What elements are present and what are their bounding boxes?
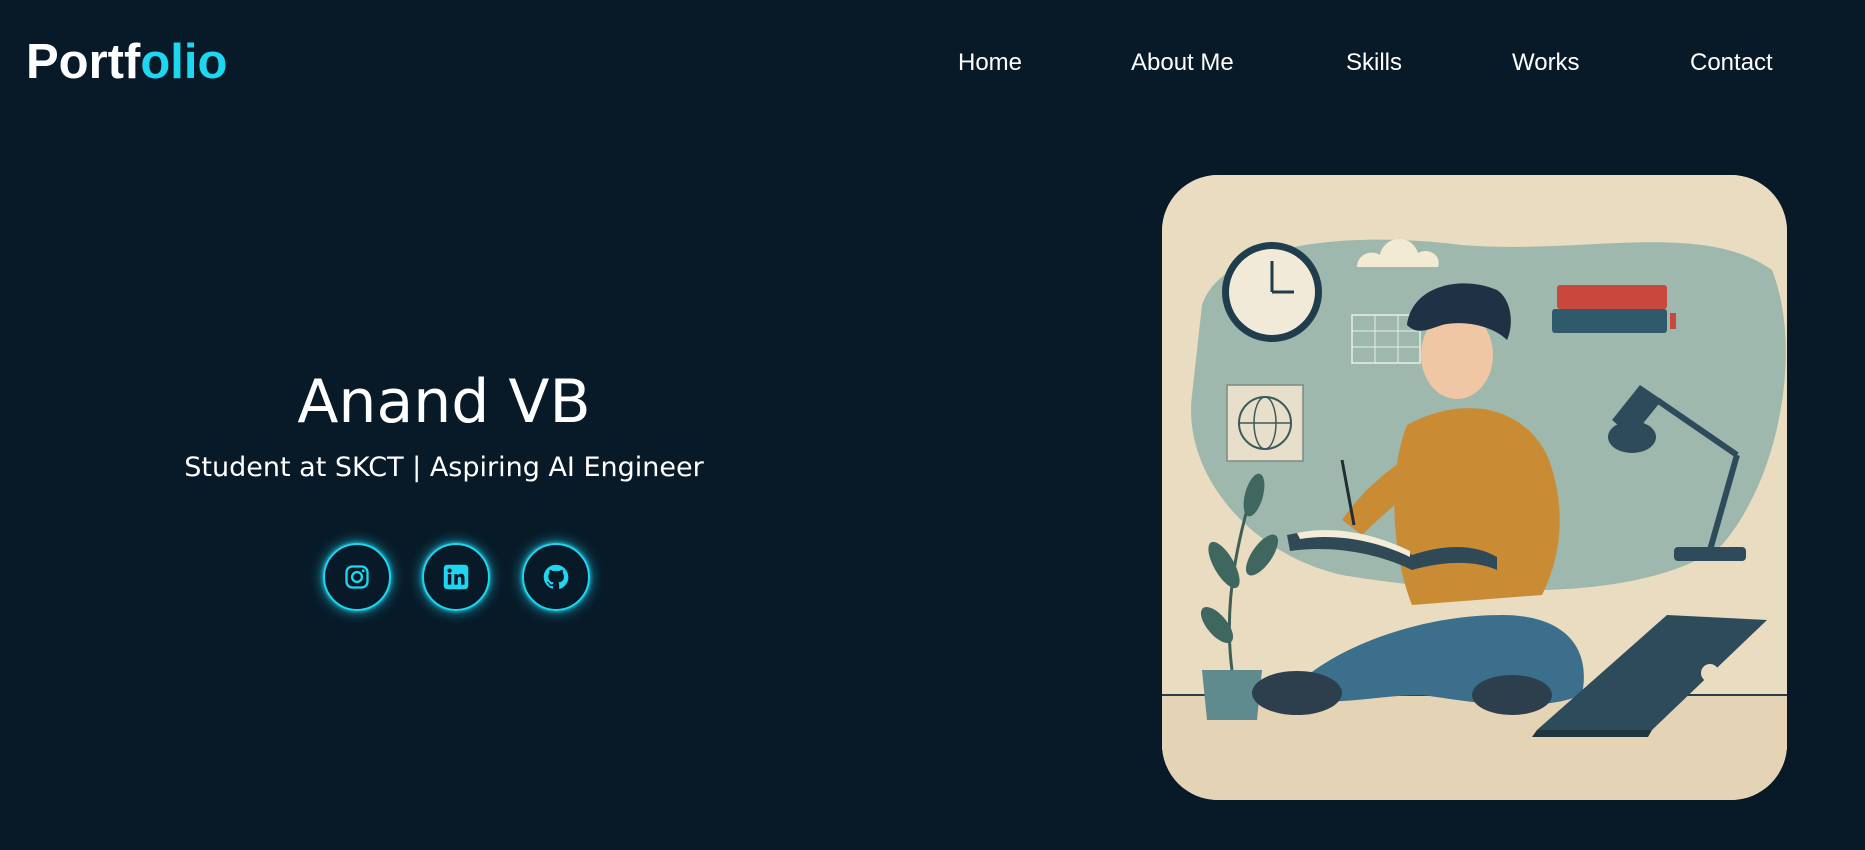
nav-link-skills[interactable]: Skills (1346, 48, 1402, 78)
social-links (0, 543, 888, 611)
instagram-button[interactable] (323, 543, 391, 611)
hero-illustration (1162, 175, 1787, 800)
nav-link-about-me[interactable]: About Me (1131, 48, 1234, 78)
nav-link-contact[interactable]: Contact (1690, 48, 1773, 78)
hero-text: Anand VB Student at SKCT | Aspiring AI E… (0, 360, 888, 488)
github-button[interactable] (522, 543, 590, 611)
main-nav: Home About Me Skills Works Contact (0, 48, 1865, 78)
github-icon (542, 563, 570, 591)
instagram-icon (343, 563, 371, 591)
hero-name: Anand VB (297, 367, 591, 437)
nav-link-home[interactable]: Home (958, 48, 1022, 78)
page: Portfolio Home About Me Skills Works Con… (0, 0, 1865, 850)
linkedin-button[interactable] (422, 543, 490, 611)
nav-link-works[interactable]: Works (1512, 48, 1580, 78)
linkedin-icon (442, 563, 470, 591)
hero-tagline: Student at SKCT | Aspiring AI Engineer (184, 452, 704, 483)
